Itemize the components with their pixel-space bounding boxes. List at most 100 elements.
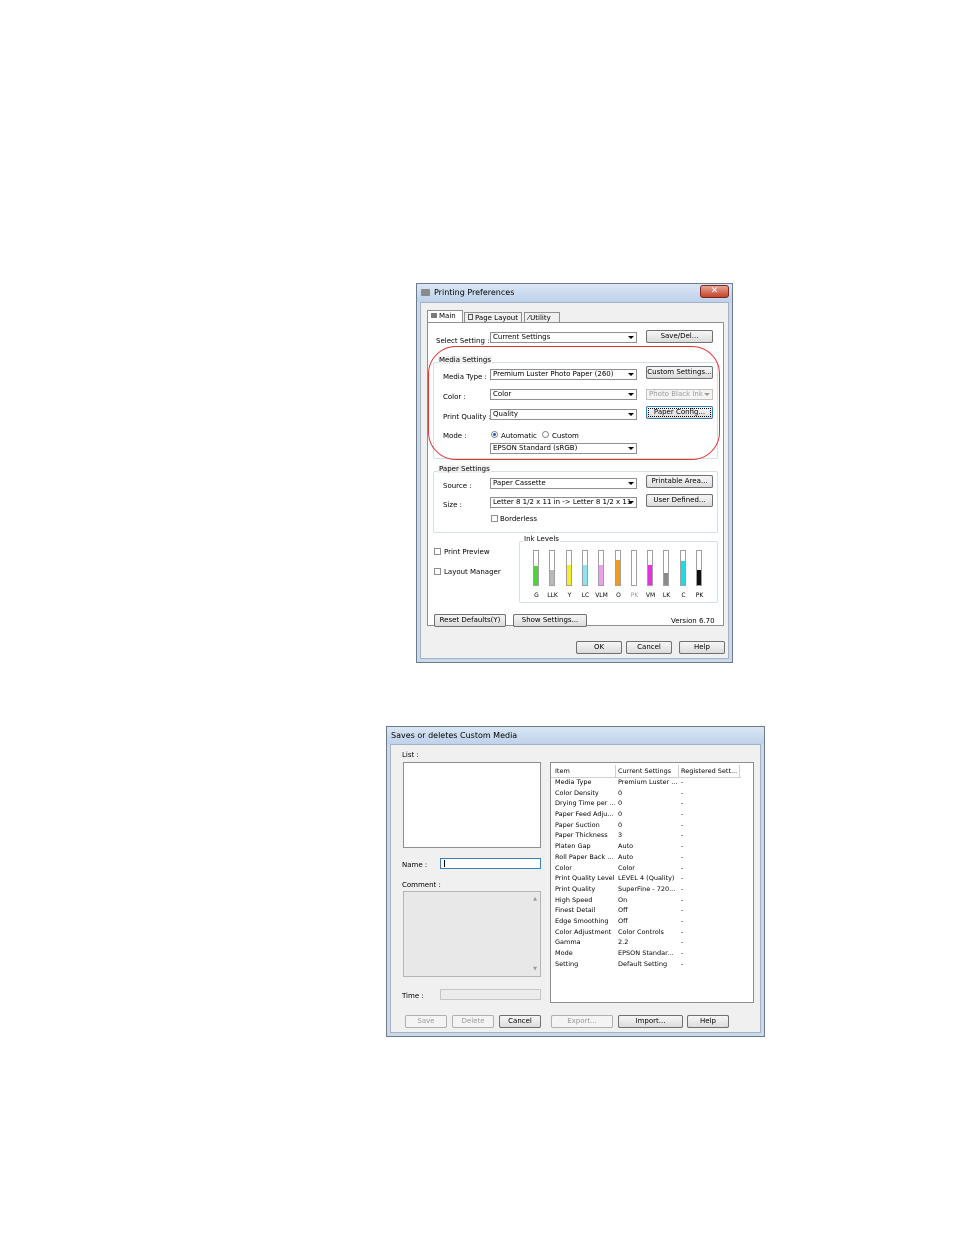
ink-bar-c-9 (680, 550, 686, 586)
print-preview-checkbox[interactable] (434, 548, 441, 555)
item-cell: Paper Suction (555, 820, 600, 829)
table-row[interactable]: Print Quality Level LEVEL 4 (Quality) - (553, 873, 741, 884)
table-row[interactable]: Drying Time per ... 0 - (553, 798, 741, 809)
save-button[interactable]: Save (405, 1015, 447, 1028)
registered-setting-cell: - (681, 820, 684, 829)
registered-setting-cell: - (681, 884, 684, 893)
ok-button[interactable]: OK (576, 641, 622, 654)
help-button[interactable]: Help (679, 641, 725, 654)
close-button[interactable]: ✕ (700, 285, 729, 298)
print-preview-label[interactable]: Print Preview (444, 548, 490, 556)
settings-table-panel[interactable]: Item Current Settings Registered Sett...… (550, 762, 754, 1003)
select-setting-dropdown[interactable]: Current Settings (490, 332, 637, 343)
size-dropdown[interactable]: Letter 8 1/2 x 11 in -> Letter 8 1/2 x 1… (490, 497, 637, 508)
table-row[interactable]: Paper Feed Adju... 0 - (553, 809, 741, 820)
header-registered-settings[interactable]: Registered Sett... (679, 766, 741, 777)
item-cell: Roll Paper Back ... (555, 852, 614, 861)
current-setting-cell: On (618, 895, 628, 904)
item-cell: Color (555, 863, 572, 872)
item-cell: Print Quality (555, 884, 596, 893)
header-item[interactable]: Item (553, 766, 616, 777)
current-setting-cell: Auto (618, 842, 634, 851)
ink-fill (616, 559, 620, 585)
cancel-button[interactable]: Cancel (499, 1015, 541, 1028)
scroll-up-icon[interactable]: ▲ (533, 896, 537, 902)
cancel-button[interactable]: Cancel (626, 641, 672, 654)
current-setting-cell: Off (618, 906, 628, 915)
save-del-button[interactable]: Save/Del... (646, 330, 713, 343)
dialog-title: Saves or deletes Custom Media (391, 731, 518, 740)
export-button[interactable]: Export... (551, 1015, 613, 1028)
registered-setting-cell: - (681, 842, 684, 851)
table-row[interactable]: Paper Thickness 3 - (553, 830, 741, 841)
printable-area-button[interactable]: Printable Area... (646, 475, 713, 488)
chevron-down-icon (628, 501, 634, 504)
current-setting-cell: 3 (618, 831, 623, 840)
item-cell: Print Quality Level (555, 874, 615, 883)
borderless-checkbox[interactable] (491, 515, 498, 522)
select-setting-value: Current Settings (493, 333, 551, 341)
registered-setting-cell: - (681, 810, 684, 819)
tab-utility[interactable]: ⁄Utility (524, 312, 560, 322)
source-dropdown[interactable]: Paper Cassette (490, 478, 637, 489)
layout-manager-checkbox[interactable] (434, 568, 441, 575)
item-cell: Setting (555, 959, 579, 968)
title-bar: Printing Preferences ✕ (417, 284, 732, 302)
item-cell: High Speed (555, 895, 593, 904)
ink-label: PK (695, 592, 704, 599)
tab-main[interactable]: Main (427, 310, 463, 322)
table-row[interactable]: Print Quality SuperFine - 720... - (553, 884, 741, 895)
borderless-label[interactable]: Borderless (500, 515, 537, 523)
table-row[interactable]: Finest Detail Off - (553, 905, 741, 916)
current-setting-cell: Auto (618, 852, 634, 861)
delete-button[interactable]: Delete (452, 1015, 494, 1028)
printer-icon (431, 313, 437, 318)
import-button[interactable]: Import... (618, 1015, 683, 1028)
current-setting-cell: EPSON Standar... (618, 949, 674, 958)
registered-setting-cell: - (681, 788, 684, 797)
ink-label: LLK (547, 592, 558, 599)
table-row[interactable]: Setting Default Setting - (553, 958, 741, 969)
table-row[interactable]: Gamma 2.2 - (553, 937, 741, 948)
current-setting-cell: LEVEL 4 (Quality) (618, 874, 675, 883)
table-row[interactable]: Color Color - (553, 862, 741, 873)
ink-fill (681, 561, 685, 585)
item-cell: Paper Thickness (555, 831, 608, 840)
scroll-down-icon[interactable]: ▼ (533, 966, 537, 972)
layout-manager-label[interactable]: Layout Manager (444, 568, 501, 576)
comment-textarea[interactable]: ▲ ▼ (403, 891, 541, 977)
current-setting-cell: 0 (618, 799, 623, 808)
table-row[interactable]: Media Type Premium Luster ... - (553, 777, 741, 788)
current-setting-cell: 0 (618, 820, 623, 829)
item-cell: Color Adjustment (555, 927, 612, 936)
time-field (440, 989, 541, 1000)
current-setting-cell: Off (618, 916, 628, 925)
registered-setting-cell: - (681, 916, 684, 925)
show-settings-button[interactable]: Show Settings... (513, 614, 587, 627)
table-row[interactable]: Paper Suction 0 - (553, 819, 741, 830)
ink-bar-pk-6 (631, 550, 637, 586)
settings-table: Item Current Settings Registered Sett...… (553, 766, 741, 969)
current-setting-cell: 0 (618, 788, 623, 797)
tab-page-layout[interactable]: Page Layout (464, 312, 522, 322)
table-row[interactable]: Color Adjustment Color Controls - (553, 926, 741, 937)
user-defined-button[interactable]: User Defined... (646, 494, 713, 507)
table-row[interactable]: Mode EPSON Standar... - (553, 948, 741, 959)
custom-media-list[interactable] (403, 762, 541, 848)
registered-setting-cell: - (681, 799, 684, 808)
table-row[interactable]: Color Density 0 - (553, 787, 741, 798)
item-cell: Gamma (555, 938, 581, 947)
table-row[interactable]: High Speed On - (553, 894, 741, 905)
source-value: Paper Cassette (493, 479, 546, 487)
header-current-settings[interactable]: Current Settings (616, 766, 679, 777)
table-row[interactable]: Edge Smoothing Off - (553, 916, 741, 927)
reset-defaults-button[interactable]: Reset Defaults(Y) (434, 614, 506, 627)
name-input[interactable] (440, 858, 541, 869)
paper-settings-title: Paper Settings (438, 465, 491, 473)
name-label: Name : (402, 861, 428, 869)
ink-label: O (616, 592, 621, 599)
table-row[interactable]: Platen Gap Auto - (553, 841, 741, 852)
help-button[interactable]: Help (687, 1015, 729, 1028)
table-row[interactable]: Roll Paper Back ... Auto - (553, 852, 741, 863)
ink-bar-y-2 (566, 550, 572, 586)
